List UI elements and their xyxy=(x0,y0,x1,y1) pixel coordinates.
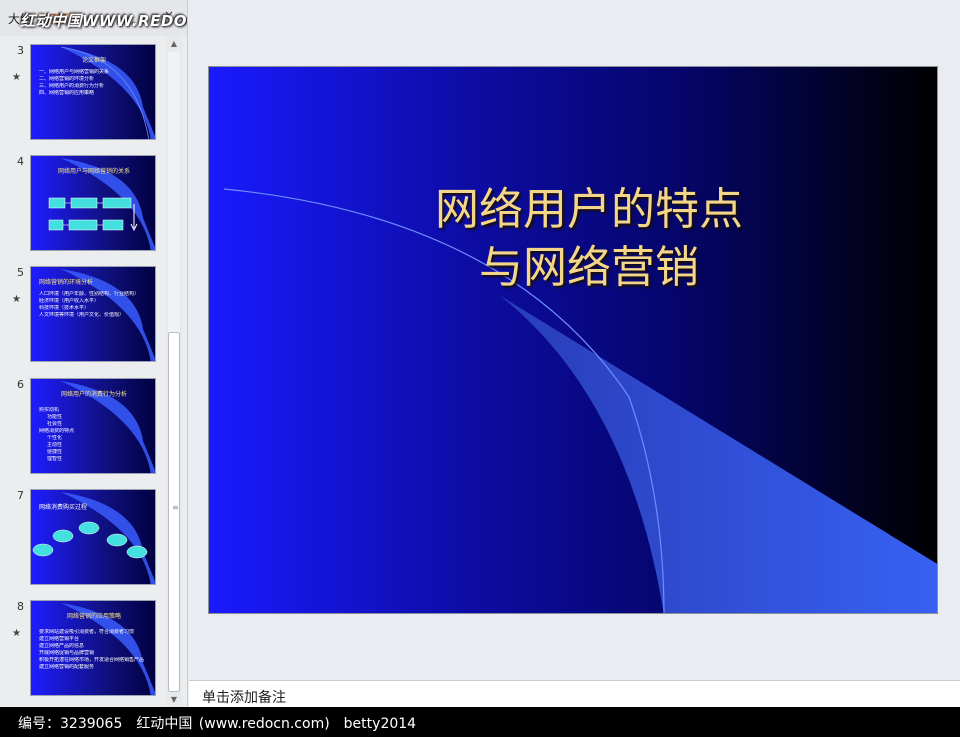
scroll-down-icon[interactable]: ▼ xyxy=(168,694,180,706)
slide-thumbnail-item[interactable]: 3 ★ 论文框架 一、网络用户与网络营销的关系 二、网络营销的环境分析 三、网络… xyxy=(0,44,166,144)
slide-thumbnail[interactable]: 网络营销的环境分析 人口环境（用户年龄、性别结构、行业结构） 经济环境（用户收入… xyxy=(30,266,156,362)
thumb-bullet: 个性化 xyxy=(47,435,63,441)
thumb-title: 网络用户与网络营销的关系 xyxy=(57,168,130,175)
slide-number: 8 xyxy=(17,600,24,613)
grip-icon: ≡ xyxy=(172,503,179,512)
thumb-bullet: 人口环境（用户年龄、性别结构、行业结构） xyxy=(39,291,140,297)
thumb-bullet: 建立网络产品的信息 xyxy=(39,643,85,649)
thumb-bullet: 主动性 xyxy=(47,442,63,448)
slide-thumbnail-item[interactable]: 4 网络用户与网络营销的关系 xyxy=(0,155,166,255)
thumb-bullet: 便捷性 xyxy=(47,449,63,455)
thumbnail-scrollbar[interactable]: ▲ ≡ ▼ xyxy=(166,36,182,707)
thumb-bullets: 购买动机 功能性 社会性 网络消费的特点 个性化 主动性 便捷性 理智性 xyxy=(39,407,151,463)
notes-placeholder[interactable]: 单击添加备注 xyxy=(202,687,286,707)
slide-number: 3 xyxy=(17,44,24,57)
thumb-bullet: 一、网络用户与网络营销的关系 xyxy=(39,69,110,75)
thumb-bullet: 购买动机 xyxy=(39,407,60,413)
slide-thumbnail-item[interactable]: 5 ★ 网络营销的环境分析 人口环境（用户年龄、性别结构、行业结构） 经济环境（… xyxy=(0,266,166,366)
scroll-up-icon[interactable]: ▲ xyxy=(168,38,180,50)
scroll-thumb[interactable]: ≡ xyxy=(168,332,180,692)
thumb-title: 网络营销的应用策略 xyxy=(66,613,121,620)
watermark-logo-text: 红动中国WWW.REDOCN.COM xyxy=(20,12,188,30)
slide-number: 6 xyxy=(17,378,24,391)
main-slide-canvas[interactable]: 网络用户的特点 与网络营销 xyxy=(208,66,938,614)
slide-number: 4 xyxy=(17,155,24,168)
thumb-bullet: 网络消费的特点 xyxy=(39,428,75,434)
notes-pane[interactable]: 单击添加备注 xyxy=(189,680,960,707)
thumb-bullet: 理智性 xyxy=(47,456,63,462)
thumb-bullet: 四、网络营销的应用策略 xyxy=(39,90,95,96)
thumb-bullet: 建立网络营销的配套服务 xyxy=(39,664,95,670)
thumb-bullet: 开展网络促销与品牌营销 xyxy=(39,650,95,656)
slide-title-line: 与网络营销 xyxy=(479,242,699,293)
thumb-bullet: 经济环境（用户收入水平） xyxy=(39,298,100,304)
powerpoint-window: 大纲 幻灯片 × 红动中国WWW.REDOCN.COM 3 ★ 论文框架 一、网… xyxy=(0,0,960,737)
slide-title[interactable]: 网络用户的特点 与网络营销 xyxy=(359,181,819,297)
slide-thumbnail-item[interactable]: 8 ★ 网络营销的应用策略 要求网站建设吸引消费者，符合消费者习惯 建立网络营销… xyxy=(0,600,166,700)
slide-thumbnail-panel: 大纲 幻灯片 × 红动中国WWW.REDOCN.COM 3 ★ 论文框架 一、网… xyxy=(0,0,188,707)
slide-number: 5 xyxy=(17,266,24,279)
thumb-bullet: 科技环境（技术水平） xyxy=(39,305,90,311)
slide-thumbnail[interactable]: 论文框架 一、网络用户与网络营销的关系 二、网络营销的环境分析 三、网络用户的消… xyxy=(30,44,156,140)
slide-thumbnail-item[interactable]: 6 网络用户的消费行为分析 购买动机 功能性 社会性 网络消费的特点 个性化 主… xyxy=(0,378,166,478)
thumb-bullets: 人口环境（用户年龄、性别结构、行业结构） 经济环境（用户收入水平） 科技环境（技… xyxy=(39,291,151,319)
slide-thumbnail-item[interactable]: 7 网络消费购买过程 xyxy=(0,489,166,589)
thumb-bullet: 人文环境等环境（用户文化、价值观） xyxy=(39,312,125,318)
star-icon: ★ xyxy=(12,72,21,83)
thumb-bullet: 积极开拓潜在网络市场，开发适合网络销售产品 xyxy=(39,657,145,663)
slide-editor-area: 网络用户的特点 与网络营销 xyxy=(189,0,960,680)
slide-number: 7 xyxy=(17,489,24,502)
thumb-bullet: 建立网络营销平台 xyxy=(39,636,80,642)
thumb-bullet: 三、网络用户的消费行为分析 xyxy=(39,83,105,89)
thumb-title: 网络消费购买过程 xyxy=(39,504,88,511)
slide-thumbnail[interactable]: 网络用户与网络营销的关系 xyxy=(30,155,156,251)
slide-thumbnail[interactable]: 网络消费购买过程 xyxy=(30,489,156,585)
watermark-info-text: 编号：3239065 红动中国 (www.redocn.com) betty20… xyxy=(18,716,417,732)
thumb-bullet: 要求网站建设吸引消费者，符合消费者习惯 xyxy=(39,629,135,635)
slide-thumbnail[interactable]: 网络用户的消费行为分析 购买动机 功能性 社会性 网络消费的特点 个性化 主动性… xyxy=(30,378,156,474)
thumb-title: 网络营销的环境分析 xyxy=(39,279,94,286)
thumb-title: 论文框架 xyxy=(81,57,106,64)
thumb-bullet: 二、网络营销的环境分析 xyxy=(39,76,95,82)
thumb-bullets: 要求网站建设吸引消费者，符合消费者习惯 建立网络营销平台 建立网络产品的信息 开… xyxy=(39,629,151,671)
thumb-bullet: 功能性 xyxy=(47,414,63,420)
watermark-info-bar: 编号：3239065 红动中国 (www.redocn.com) betty20… xyxy=(0,707,960,737)
thumb-bullet: 社会性 xyxy=(47,421,63,427)
thumb-title: 网络用户的消费行为分析 xyxy=(60,391,127,398)
star-icon: ★ xyxy=(12,628,21,639)
slide-title-line: 网络用户的特点 xyxy=(435,184,743,235)
thumb-bullets: 一、网络用户与网络营销的关系 二、网络营销的环境分析 三、网络用户的消费行为分析… xyxy=(39,69,151,97)
star-icon: ★ xyxy=(12,294,21,305)
slide-thumbnail[interactable]: 网络营销的应用策略 要求网站建设吸引消费者，符合消费者习惯 建立网络营销平台 建… xyxy=(30,600,156,696)
slide-background-swoosh xyxy=(223,188,937,613)
